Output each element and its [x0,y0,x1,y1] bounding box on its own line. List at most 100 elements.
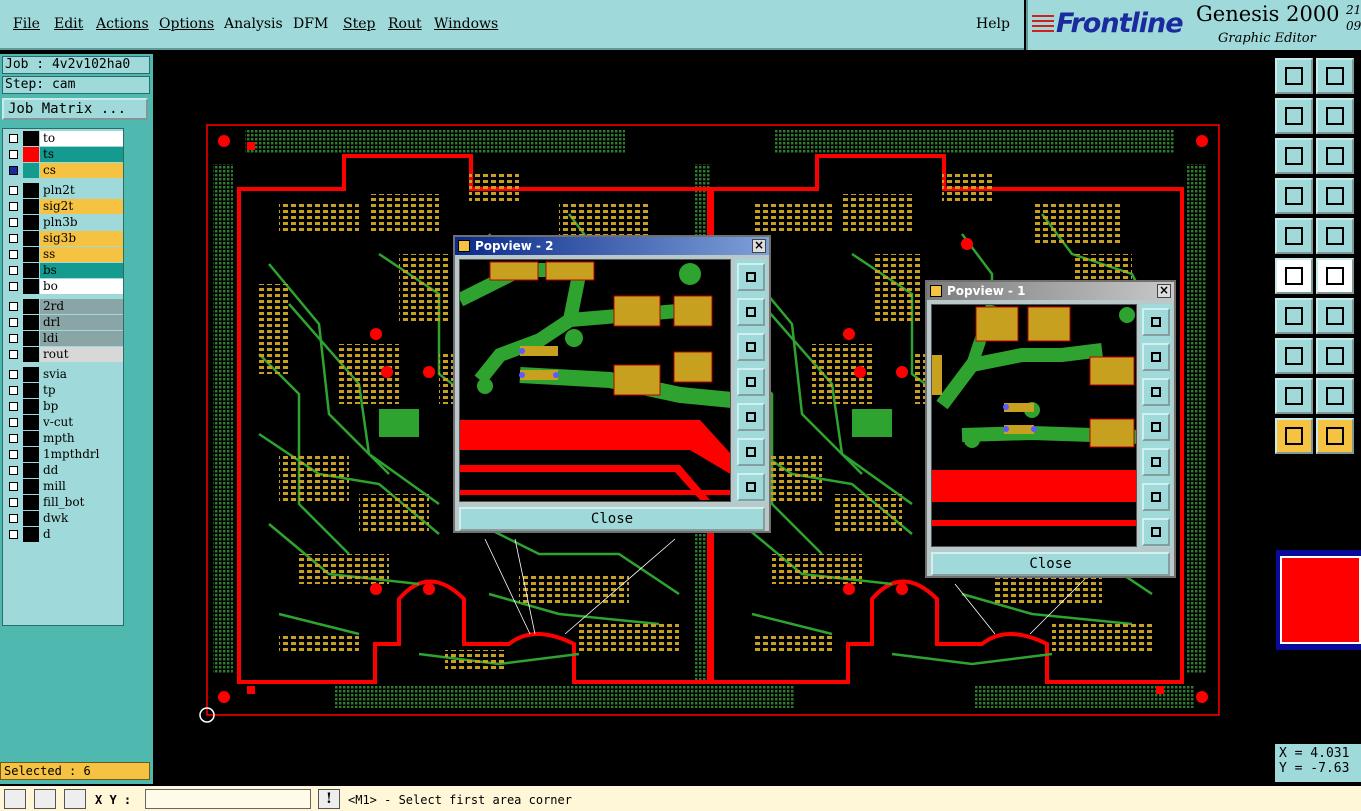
fit-icon[interactable] [1275,138,1313,174]
popview-down-icon[interactable] [737,333,765,361]
layer-checkbox[interactable] [9,418,18,427]
popview-zoom-icon[interactable] [1142,308,1170,336]
layer-row-dd[interactable]: dd [5,463,123,478]
layer-checkbox[interactable] [9,234,18,243]
layer-name[interactable]: ss [40,247,123,262]
layer-color-swatch[interactable] [23,527,39,542]
grid-icon[interactable] [64,789,86,809]
menu-analysis[interactable]: Analysis [224,16,283,32]
menu-windows[interactable]: Windows [434,16,498,32]
popview-up-icon[interactable] [1142,343,1170,371]
triangle-alt-icon[interactable] [1316,378,1354,414]
layer-checkbox[interactable] [9,350,18,359]
layer-row-cs[interactable]: cs [5,163,123,178]
layer-name[interactable]: pln3b [40,215,123,230]
node-icon[interactable] [1275,258,1313,294]
layer-name[interactable]: pln2t [40,183,123,198]
menu-step[interactable]: Step [343,16,375,32]
layer-color-swatch[interactable] [23,231,39,246]
pan-right-icon[interactable] [1316,98,1354,134]
layer-name[interactable]: to [40,131,123,146]
layer-color-swatch[interactable] [23,479,39,494]
close-icon[interactable]: × [752,239,766,253]
popview-left-icon[interactable] [1142,413,1170,441]
layer-row-2rd[interactable]: 2rd [5,299,123,314]
select-box-icon[interactable] [1316,418,1354,454]
layer-row-bs[interactable]: bs [5,263,123,278]
layer-checkbox[interactable] [9,498,18,507]
layer-checkbox[interactable] [9,466,18,475]
layer-color-swatch[interactable] [23,263,39,278]
popview-1-close-button[interactable]: Close [931,552,1170,576]
line-icon[interactable] [1275,298,1313,334]
popview-left-icon[interactable] [737,368,765,396]
layer-checkbox[interactable] [9,482,18,491]
layer-color-swatch[interactable] [23,247,39,262]
popview-fit-icon[interactable] [1142,483,1170,511]
menu-edit[interactable]: Edit [54,16,83,32]
layer-name[interactable]: svia [40,367,123,382]
layer-name[interactable]: sig3b [40,231,123,246]
layer-color-swatch[interactable] [23,399,39,414]
layer-color-swatch[interactable] [23,279,39,294]
layer-checkbox[interactable] [9,282,18,291]
layer-checkbox[interactable] [9,266,18,275]
popview-2-view[interactable] [459,259,731,502]
menu-help[interactable]: Help [976,16,1010,32]
layer-name[interactable]: bs [40,263,123,278]
layer-row-mpth[interactable]: mpth [5,431,123,446]
layer-color-swatch[interactable] [23,383,39,398]
layer-name[interactable]: d [40,527,123,542]
layer-name[interactable]: cs [40,163,123,178]
layer-checkbox[interactable] [9,402,18,411]
layer-color-swatch[interactable] [23,299,39,314]
layer-row-dwk[interactable]: dwk [5,511,123,526]
layer-name[interactable]: mpth [40,431,123,446]
layer-color-swatch[interactable] [23,147,39,162]
layer-name[interactable]: bo [40,279,123,294]
cross-icon[interactable] [1316,258,1354,294]
snap-icon[interactable] [1275,338,1313,374]
layer-checkbox[interactable] [9,386,18,395]
menu-options[interactable]: Options [159,16,214,32]
layer-row-tp[interactable]: tp [5,383,123,398]
layer-color-swatch[interactable] [23,447,39,462]
layer-checkbox[interactable] [9,334,18,343]
layer-checkbox[interactable] [9,370,18,379]
layer-color-swatch[interactable] [23,431,39,446]
layer-name[interactable]: rout [40,347,123,362]
layer-row-v-cut[interactable]: v-cut [5,415,123,430]
layer-checkbox[interactable] [9,434,18,443]
popview-zoom-icon[interactable] [737,263,765,291]
layer-row-fill_bot[interactable]: fill_bot [5,495,123,510]
popview-center-icon[interactable] [737,473,765,501]
tools-icon[interactable] [1275,178,1313,214]
layer-row-pln2t[interactable]: pln2t [5,183,123,198]
popview-up-icon[interactable] [737,298,765,326]
layer-row-pln3b[interactable]: pln3b [5,215,123,230]
layer-name[interactable]: dwk [40,511,123,526]
layer-name[interactable]: v-cut [40,415,123,430]
layer-row-drl[interactable]: drl [5,315,123,330]
route-icon[interactable] [1316,218,1354,254]
layer-checkbox[interactable] [9,218,18,227]
popview-center-icon[interactable] [1142,518,1170,546]
layer-checkbox[interactable] [9,166,18,175]
layer-color-swatch[interactable] [23,183,39,198]
layer-color-swatch[interactable] [23,131,39,146]
layer-row-ts[interactable]: ts [5,147,123,162]
layer-row-1mpthdrl[interactable]: 1mpthdrl [5,447,123,462]
mini-map[interactable] [1276,550,1361,650]
layer-name[interactable]: mill [40,479,123,494]
layer-checkbox[interactable] [9,450,18,459]
layer-row-to[interactable]: to [5,131,123,146]
minus-icon[interactable] [1316,338,1354,374]
layer-color-swatch[interactable] [23,331,39,346]
layer-color-swatch[interactable] [23,215,39,230]
layer-checkbox[interactable] [9,250,18,259]
layer-row-sig2t[interactable]: sig2t [5,199,123,214]
layer-name[interactable]: fill_bot [40,495,123,510]
zoom-fit-icon[interactable] [1316,138,1354,174]
popview-2-window[interactable]: Popview - 2 × Close [453,235,771,533]
layer-checkbox[interactable] [9,150,18,159]
